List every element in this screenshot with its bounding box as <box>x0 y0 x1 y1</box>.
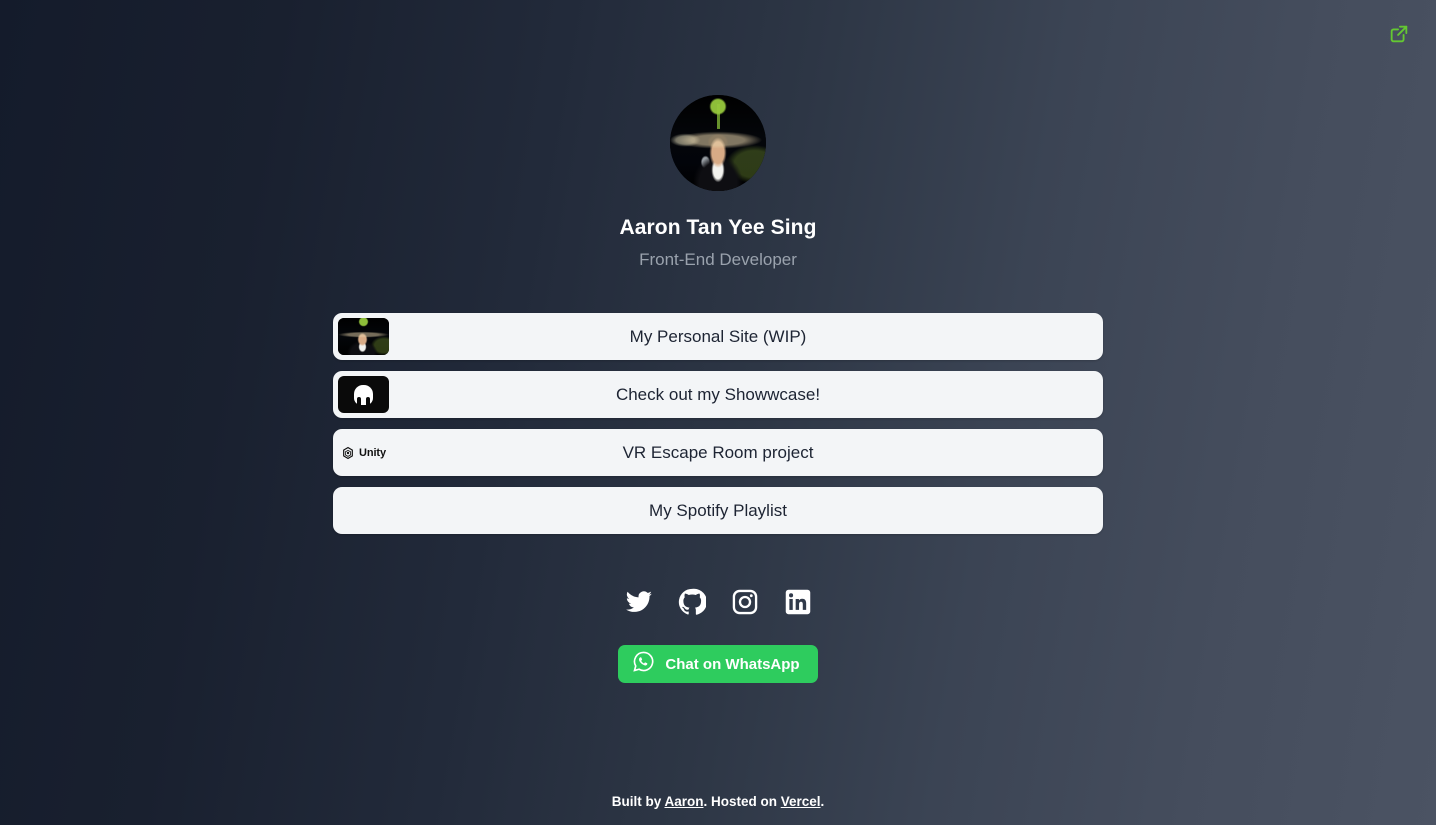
social-links <box>624 587 813 617</box>
avatar-photo <box>670 95 766 191</box>
link-label: VR Escape Room project <box>622 442 814 462</box>
footer-author-link[interactable]: Aaron <box>664 794 703 809</box>
whatsapp-label: Chat on WhatsApp <box>665 655 800 673</box>
unity-cube-icon <box>343 446 353 459</box>
personal-site-thumbnail-image <box>338 318 389 355</box>
footer-hosted-text: . Hosted on <box>703 794 781 809</box>
topbar <box>0 0 1436 68</box>
profile-subtitle: Front-End Developer <box>639 250 797 269</box>
whatsapp-icon <box>632 650 655 678</box>
unity-lockup: Unity <box>341 446 386 460</box>
link-label: Check out my Showwcase! <box>615 384 821 404</box>
main-content: Aaron Tan Yee Sing Front-End Developer M… <box>333 0 1103 683</box>
link-label: My Personal Site (WIP) <box>629 326 807 346</box>
footer: Built by Aaron. Hosted on Vercel. <box>0 794 1436 809</box>
instagram-icon[interactable] <box>730 587 760 617</box>
page-title: Aaron Tan Yee Sing <box>619 216 817 239</box>
footer-period: . <box>820 794 825 809</box>
avatar <box>670 95 766 191</box>
link-button-showwcase[interactable]: Check out my Showwcase! <box>333 371 1103 418</box>
page-root: Aaron Tan Yee Sing Front-End Developer M… <box>0 0 1436 825</box>
whatsapp-button[interactable]: Chat on WhatsApp <box>618 645 818 683</box>
showwcase-logo <box>338 376 389 413</box>
link-button-vr-escape-room[interactable]: Unity VR Escape Room project <box>333 429 1103 476</box>
footer-host-link[interactable]: Vercel <box>781 794 821 809</box>
github-icon[interactable] <box>677 587 707 617</box>
link-label: My Spotify Playlist <box>649 500 787 520</box>
unity-logo: Unity <box>338 434 389 471</box>
unity-wordmark: Unity <box>358 446 386 459</box>
link-list: My Personal Site (WIP) Check out my Show… <box>333 313 1103 534</box>
footer-built-by-text: Built by <box>611 794 665 809</box>
external-link-icon[interactable] <box>1384 19 1414 49</box>
twitter-icon[interactable] <box>624 587 654 617</box>
linkedin-icon[interactable] <box>783 587 813 617</box>
personal-site-thumbnail <box>338 318 389 355</box>
link-button-personal-site[interactable]: My Personal Site (WIP) <box>333 313 1103 360</box>
showwcase-mark <box>354 384 373 405</box>
link-button-spotify-playlist[interactable]: My Spotify Playlist <box>333 487 1103 534</box>
